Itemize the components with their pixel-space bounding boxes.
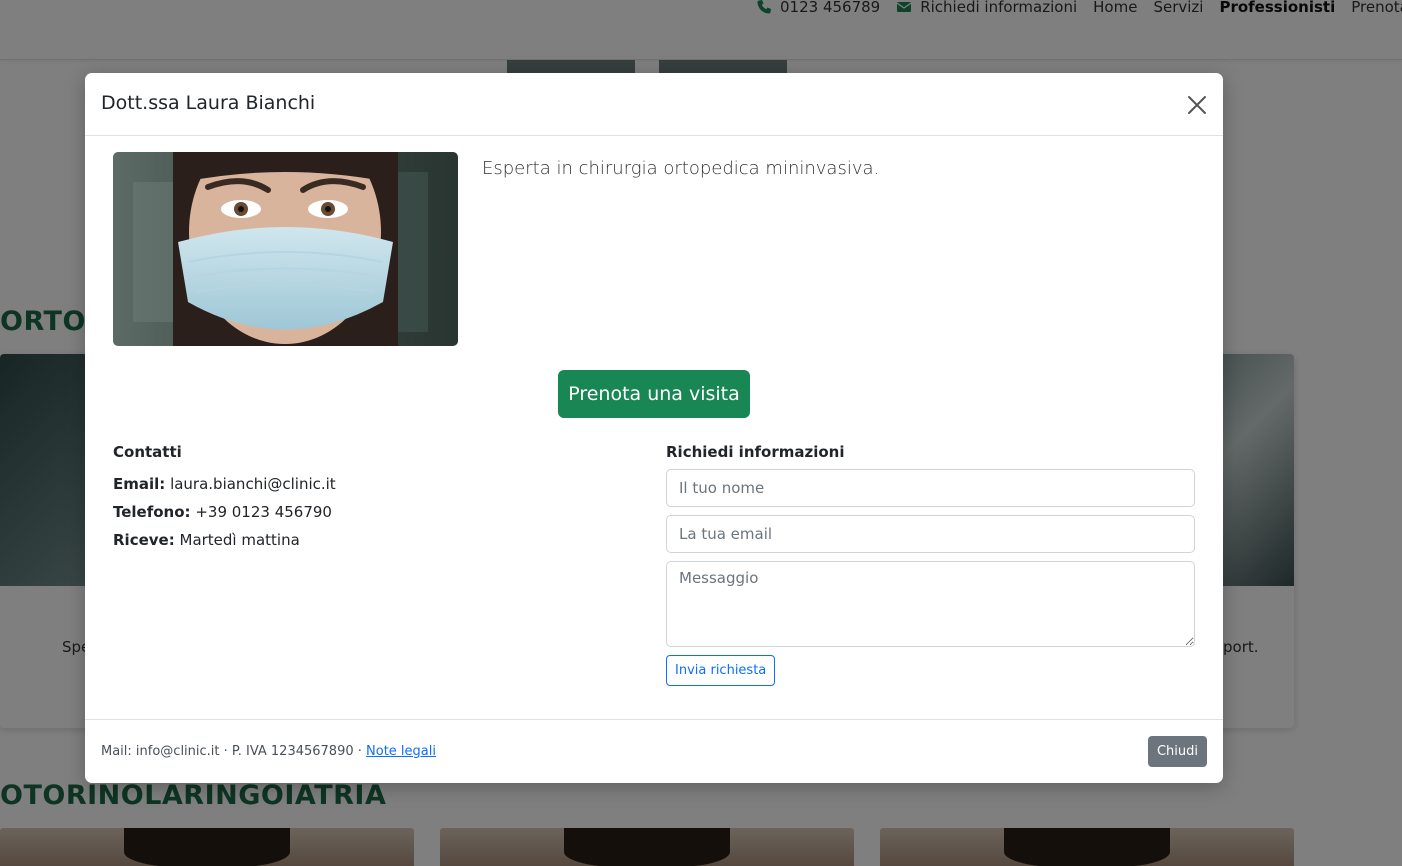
contact-email-row: Email: laura.bianchi@clinic.it xyxy=(113,475,336,493)
contacts-section: Contatti Email: laura.bianchi@clinic.it … xyxy=(113,443,336,559)
info-request-form: Richiedi informazioni Invia richiesta xyxy=(666,443,1195,686)
modal-footer: Mail: info@clinic.it · P. IVA 1234567890… xyxy=(85,719,1223,783)
close-button[interactable]: Chiudi xyxy=(1147,736,1207,767)
contact-receives-row: Riceve: Martedì mattina xyxy=(113,531,336,549)
receives-label: Riceve: xyxy=(113,531,175,549)
contacts-heading: Contatti xyxy=(113,443,182,461)
message-textarea[interactable] xyxy=(666,561,1195,647)
footer-info: Mail: info@clinic.it · P. IVA 1234567890… xyxy=(101,744,367,759)
form-heading: Richiedi informazioni xyxy=(666,443,845,461)
email-label: Email: xyxy=(113,475,166,493)
send-request-button[interactable]: Invia richiesta xyxy=(666,655,776,686)
email-input[interactable] xyxy=(666,515,1195,553)
doctor-photo xyxy=(113,152,458,346)
name-input[interactable] xyxy=(666,469,1195,507)
modal-body: Esperta in chirurgia ortopedica mininvas… xyxy=(85,137,1223,719)
receives-value: Martedì mattina xyxy=(179,531,300,549)
contact-phone-row: Telefono: +39 0123 456790 xyxy=(113,503,336,521)
doctor-modal: Dott.ssa Laura Bianchi Esperta in chirur… xyxy=(85,73,1223,783)
close-icon[interactable] xyxy=(1185,93,1209,117)
email-value: laura.bianchi@clinic.it xyxy=(170,475,336,493)
modal-title: Dott.ssa Laura Bianchi xyxy=(101,92,316,114)
legal-notes-link[interactable]: Note legali xyxy=(366,744,436,759)
doctor-bio: Esperta in chirurgia ortopedica mininvas… xyxy=(482,158,880,179)
phone-label: Telefono: xyxy=(113,503,191,521)
doctor-portrait xyxy=(113,152,458,346)
modal-header: Dott.ssa Laura Bianchi xyxy=(85,73,1223,136)
footer-text: Mail: info@clinic.it · P. IVA 1234567890… xyxy=(101,744,436,759)
book-visit-button[interactable]: Prenota una visita xyxy=(558,370,750,418)
phone-value: +39 0123 456790 xyxy=(195,503,332,521)
